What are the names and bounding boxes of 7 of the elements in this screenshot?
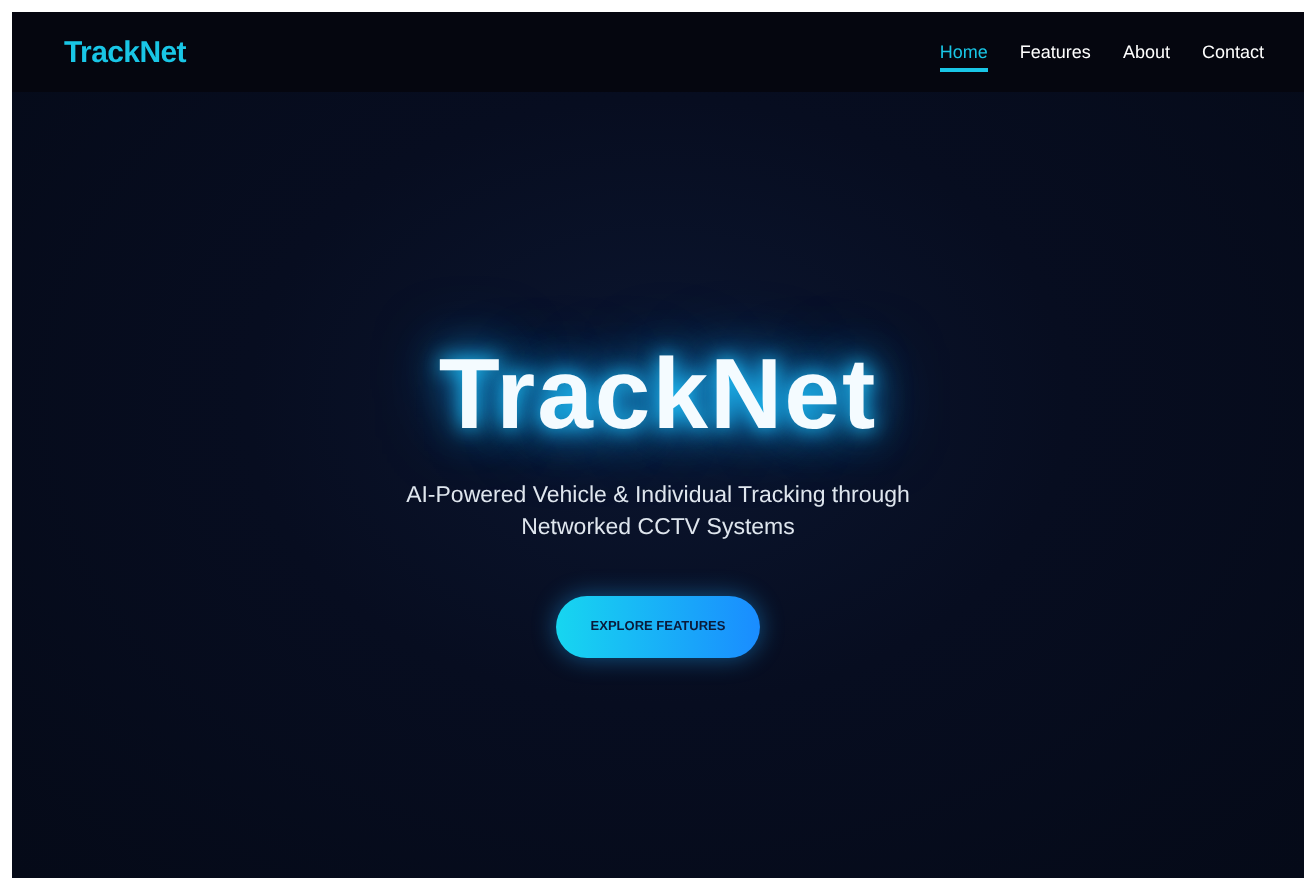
- nav-link[interactable]: Home: [939, 42, 988, 72]
- nav-link[interactable]: Features: [1019, 42, 1091, 72]
- brand-logo[interactable]: TrackNet: [64, 35, 186, 69]
- nav-link[interactable]: About: [1122, 42, 1170, 72]
- hero-title: TrackNet: [438, 336, 878, 452]
- nav-link[interactable]: Contact: [1201, 42, 1264, 72]
- hero-subtitle: AI-Powered Vehicle & Individual Tracking through Networked CCTV Systems: [404, 482, 912, 544]
